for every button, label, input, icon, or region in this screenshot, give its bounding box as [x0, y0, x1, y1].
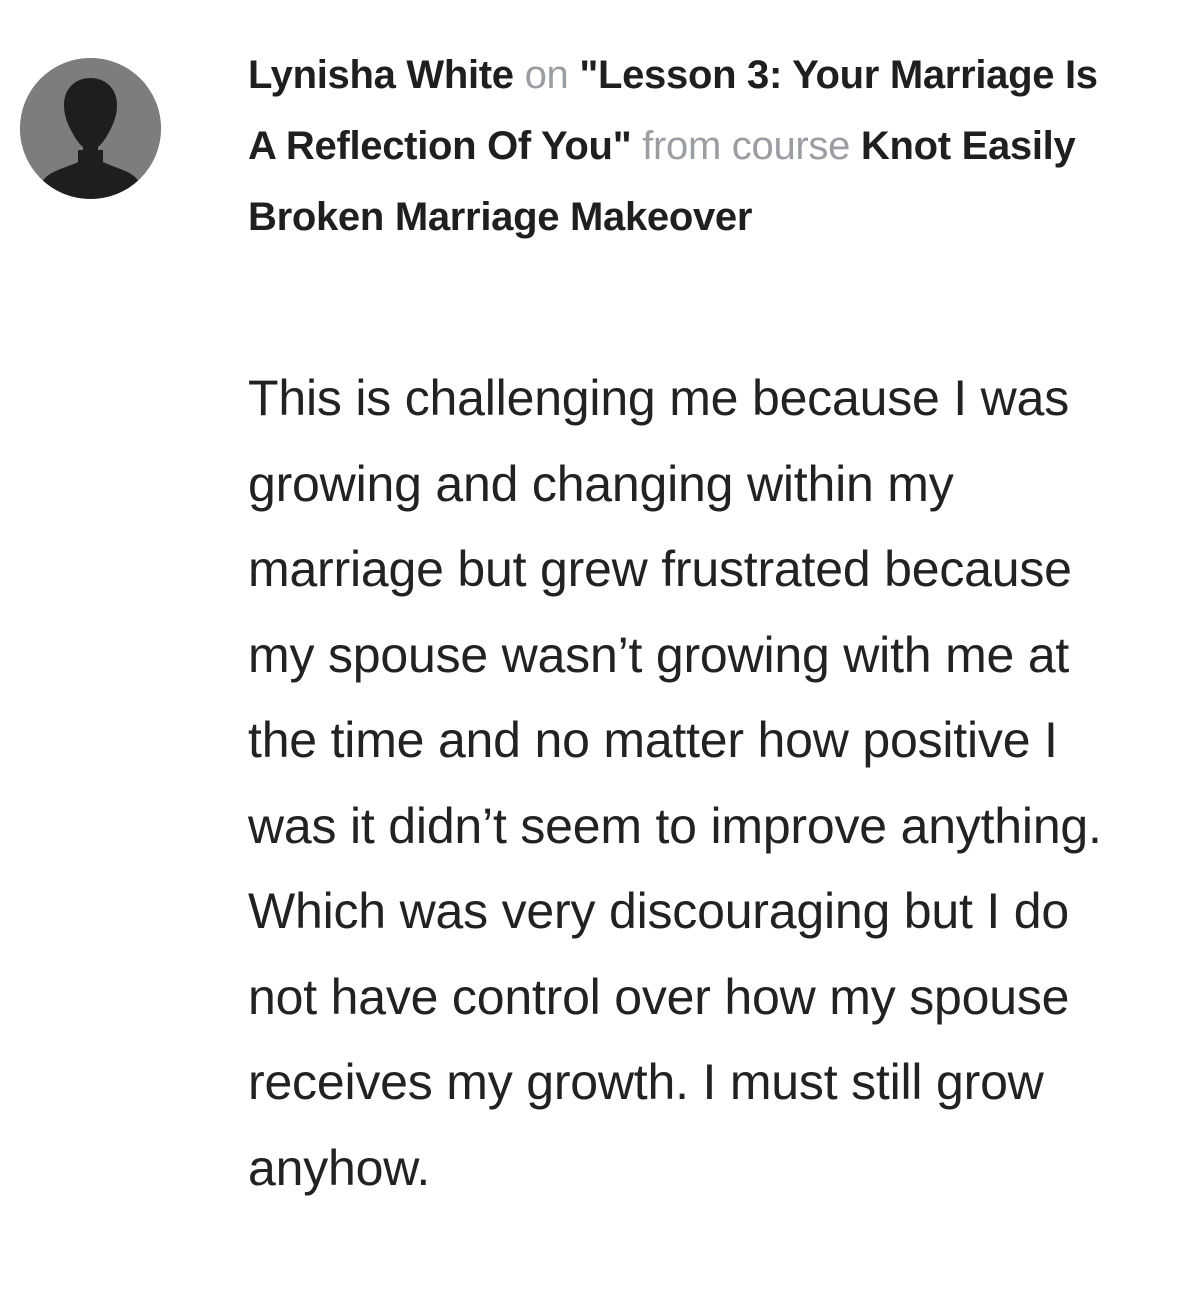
comment-body: This is challenging me because I was gro…: [248, 370, 1102, 1196]
on-label: on: [524, 53, 569, 97]
avatar[interactable]: [20, 58, 161, 199]
author-name[interactable]: Lynisha White: [248, 53, 514, 97]
comment-card: Lynisha White on "Lesson 3: Your Marriag…: [0, 0, 1177, 1305]
comment-header: Lynisha White on "Lesson 3: Your Marriag…: [248, 40, 1128, 253]
user-silhouette-icon: [20, 58, 161, 199]
from-course-label: from course: [642, 124, 851, 168]
